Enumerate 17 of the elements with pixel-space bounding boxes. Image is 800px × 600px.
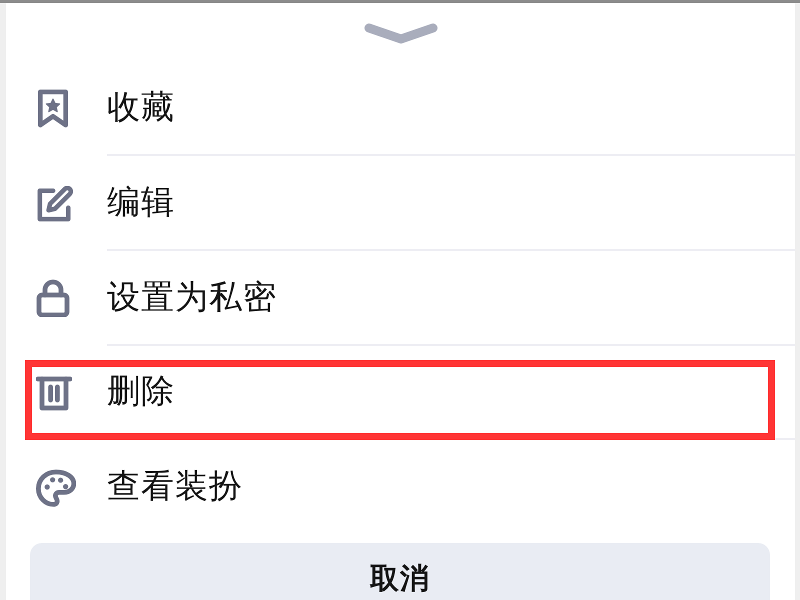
menu-item-label: 设置为私密 xyxy=(107,276,277,318)
edit-icon xyxy=(36,186,74,222)
menu-item[interactable]: 收藏 xyxy=(6,61,795,156)
menu-item[interactable]: 查看装扮 xyxy=(6,440,795,535)
menu-item[interactable]: 设置为私密 xyxy=(6,250,795,346)
menu-item[interactable]: 删除 xyxy=(6,346,795,440)
menu-item-label: 删除 xyxy=(107,370,175,412)
trash-icon xyxy=(36,374,72,411)
menu-item-label: 收藏 xyxy=(107,86,175,128)
menu-item-label: 查看装扮 xyxy=(107,465,243,508)
menu-item[interactable]: 编辑 xyxy=(6,156,795,251)
chevron-down-icon[interactable] xyxy=(364,23,438,45)
palette-icon xyxy=(36,468,76,507)
lock-icon xyxy=(36,279,70,318)
menu-item-label: 编辑 xyxy=(107,181,175,224)
cancel-button[interactable]: 取消 xyxy=(30,542,770,600)
bookmark-star-icon xyxy=(36,89,70,128)
